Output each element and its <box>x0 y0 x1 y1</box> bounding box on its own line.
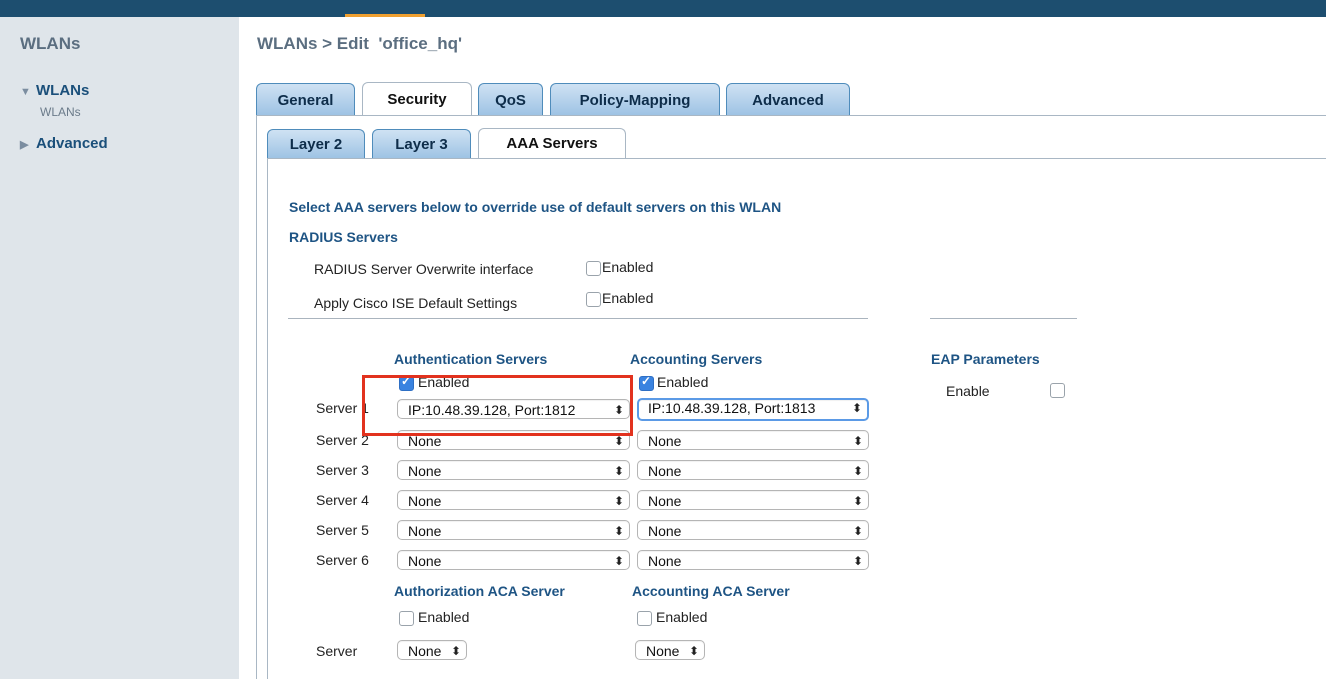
acct-server-select[interactable]: None ⬍ <box>637 430 869 450</box>
subtab-layer3[interactable]: Layer 3 <box>372 129 471 158</box>
main-content: WLANs > Edit 'office_hq' General Securit… <box>240 17 1326 679</box>
page-title: WLANs > Edit 'office_hq' <box>257 34 463 53</box>
acct-server-select[interactable]: None ⬍ <box>637 520 869 540</box>
auth-server-select[interactable]: None ⬍ <box>397 520 630 540</box>
select-value: None <box>648 553 682 569</box>
select-value: None <box>408 493 442 509</box>
ise-default-checkbox[interactable] <box>586 292 601 307</box>
select-arrows-icon: ⬍ <box>852 524 863 538</box>
tab-qos[interactable]: QoS <box>478 83 543 115</box>
eap-enable-label: Enable <box>946 383 990 399</box>
select-value: None <box>648 433 682 449</box>
acct-server-select[interactable]: None ⬍ <box>637 490 869 510</box>
select-arrows-icon: ⬍ <box>852 554 863 568</box>
select-value: None <box>408 553 442 569</box>
eap-parameters-header: EAP Parameters <box>931 351 1040 367</box>
ise-default-enabled-label: Enabled <box>602 290 654 306</box>
auth-server-select[interactable]: None ⬍ <box>397 550 630 570</box>
acct-aca-header: Accounting ACA Server <box>632 583 790 599</box>
divider-line <box>288 318 868 319</box>
auth-server-select[interactable]: None ⬍ <box>397 490 630 510</box>
ise-default-label: Apply Cisco ISE Default Settings <box>314 295 518 311</box>
top-menu-bar <box>0 0 1326 17</box>
aca-server-label: Server <box>316 643 358 659</box>
subtab-layer2[interactable]: Layer 2 <box>267 129 365 158</box>
select-arrows-icon: ⬍ <box>450 644 461 658</box>
sidebar-title: WLANs <box>20 34 81 53</box>
aaa-intro-text: Select AAA servers below to override use… <box>289 199 782 215</box>
tab-policy-mapping[interactable]: Policy-Mapping <box>550 83 720 115</box>
tab-general[interactable]: General <box>256 83 355 115</box>
server-label: Server 2 <box>316 432 369 448</box>
authz-aca-server-select[interactable]: None ⬍ <box>397 640 467 660</box>
acct-enabled-label: Enabled <box>657 374 709 390</box>
select-arrows-icon: ⬍ <box>852 434 863 448</box>
select-arrows-icon: ⬍ <box>613 494 624 508</box>
server-label: Server 6 <box>316 552 369 568</box>
auth-servers-header: Authentication Servers <box>394 351 548 367</box>
acct-server-select[interactable]: IP:10.48.39.128, Port:1813 ⬍ <box>637 398 869 421</box>
select-arrows-icon: ⬍ <box>613 524 624 538</box>
authz-aca-enabled-label: Enabled <box>418 609 470 625</box>
acct-aca-checkbox[interactable] <box>637 611 652 626</box>
authz-aca-header: Authorization ACA Server <box>394 583 565 599</box>
acct-enabled-checkbox[interactable] <box>639 374 654 391</box>
server-label: Server 1 <box>316 400 369 416</box>
select-value: None <box>646 643 680 659</box>
authz-aca-checkbox[interactable] <box>399 611 414 626</box>
acct-servers-header: Accounting Servers <box>630 351 763 367</box>
tab-security[interactable]: Security <box>362 82 472 116</box>
select-arrows-icon: ⬍ <box>613 464 624 478</box>
sidebar-item-label: WLANs <box>36 82 90 99</box>
radius-overwrite-checkbox[interactable] <box>586 261 601 276</box>
select-value: None <box>408 463 442 479</box>
acct-server-select[interactable]: None ⬍ <box>637 460 869 480</box>
server-label: Server 3 <box>316 462 369 478</box>
tab-advanced[interactable]: Advanced <box>726 83 850 115</box>
sidebar-subitem-wlans[interactable]: WLANs <box>40 105 81 119</box>
auth-server-select[interactable]: None ⬍ <box>397 460 630 480</box>
select-arrows-icon: ⬍ <box>613 554 624 568</box>
acct-aca-enabled-label: Enabled <box>656 609 708 625</box>
radius-overwrite-label: RADIUS Server Overwrite interface <box>314 261 534 277</box>
sidebar: WLANs ▼ WLANs WLANs ▶ Advanced <box>0 17 239 679</box>
select-value: None <box>408 643 442 659</box>
divider-line-eap <box>930 318 1077 319</box>
sidebar-item-label: Advanced <box>36 135 108 152</box>
select-arrows-icon: ⬍ <box>852 494 863 508</box>
collapsed-triangle-icon: ▶ <box>20 139 29 151</box>
server-label: Server 5 <box>316 522 369 538</box>
select-value: IP:10.48.39.128, Port:1813 <box>648 400 816 416</box>
sidebar-item-wlans[interactable]: ▼ WLANs <box>20 82 89 99</box>
subtab-aaa-servers[interactable]: AAA Servers <box>478 128 626 159</box>
sidebar-item-advanced[interactable]: ▶ Advanced <box>20 135 108 152</box>
eap-enable-checkbox[interactable] <box>1050 383 1065 398</box>
radius-servers-heading: RADIUS Servers <box>289 229 398 245</box>
select-value: None <box>648 523 682 539</box>
radius-overwrite-enabled-label: Enabled <box>602 259 654 275</box>
select-value: None <box>408 523 442 539</box>
select-arrows-icon: ⬍ <box>688 644 699 658</box>
select-value: None <box>648 493 682 509</box>
highlight-box <box>362 375 633 436</box>
acct-aca-server-select[interactable]: None ⬍ <box>635 640 705 660</box>
select-arrows-icon: ⬍ <box>851 401 862 415</box>
server-label: Server 4 <box>316 492 369 508</box>
select-value: None <box>648 463 682 479</box>
select-arrows-icon: ⬍ <box>852 464 863 478</box>
acct-server-select[interactable]: None ⬍ <box>637 550 869 570</box>
expanded-triangle-icon: ▼ <box>20 86 31 98</box>
